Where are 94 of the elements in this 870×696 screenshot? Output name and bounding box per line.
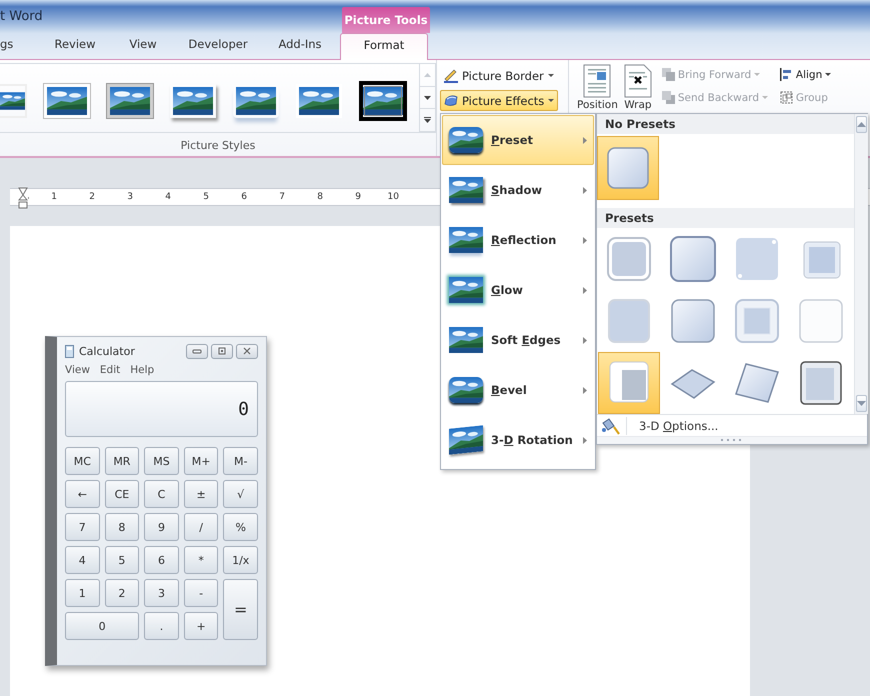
calculator-key[interactable]: 5: [104, 546, 140, 574]
context-tab-header: Picture Tools: [342, 7, 430, 33]
ribbon-button[interactable]: Align: [780, 68, 832, 81]
group-icon: [780, 91, 793, 104]
menu-item[interactable]: 3-D Rotation: [442, 415, 594, 465]
minimize-button[interactable]: [186, 344, 208, 358]
calculator-key[interactable]: M-: [223, 447, 258, 475]
calculator-key[interactable]: *: [184, 546, 218, 574]
layers-icon: [662, 68, 675, 81]
section-heading: No Presets: [597, 114, 854, 134]
calculator-key[interactable]: -: [184, 579, 218, 607]
more-icon: [424, 117, 431, 124]
calculator-key[interactable]: .: [144, 612, 179, 640]
submenu-arrow-icon: [583, 436, 587, 444]
maximize-icon: [217, 347, 227, 355]
group-label: Picture Styles: [180, 138, 256, 152]
ribbon-button[interactable]: Position: [577, 64, 618, 111]
ribbon-button[interactable]: Picture Border: [440, 65, 558, 86]
caret-icon: [762, 96, 768, 99]
ribbon-tab[interactable]: Format: [340, 33, 428, 60]
ribbon-button[interactable]: Wrap: [624, 64, 652, 111]
calculator-key[interactable]: /: [184, 513, 218, 541]
menu-item[interactable]: Reflection: [442, 215, 594, 265]
layers-icon: [662, 91, 675, 104]
calculator-key[interactable]: 0: [65, 612, 140, 640]
menu-item[interactable]: Soft Edges: [442, 315, 594, 365]
calculator-key[interactable]: √: [223, 480, 258, 508]
pencil-icon: [444, 68, 458, 83]
menu-item[interactable]: Help: [130, 364, 154, 376]
page-layout-icon: [583, 64, 612, 98]
ribbon-button[interactable]: Picture Effects: [440, 90, 558, 111]
calculator-key[interactable]: 6: [144, 546, 179, 574]
down-arrow-icon: [424, 96, 431, 100]
submenu-arrow-icon: [583, 136, 587, 144]
calculator-key[interactable]: 2: [104, 579, 140, 607]
calculator-key[interactable]: CE: [104, 480, 140, 508]
bevel-style-icon: [732, 296, 782, 346]
display-value: 0: [238, 398, 249, 420]
calculator-key[interactable]: M+: [184, 447, 218, 475]
menu-item[interactable]: Bevel: [442, 365, 594, 415]
calculator-key[interactable]: 1: [65, 579, 100, 607]
ribbon-tab[interactable]: View: [126, 33, 160, 59]
calculator-key[interactable]: 1/x: [223, 546, 258, 574]
caret-icon: [548, 74, 554, 77]
menu-item[interactable]: View: [65, 364, 90, 376]
menu-item[interactable]: Shadow: [442, 165, 594, 215]
maximize-button[interactable]: [211, 344, 233, 358]
bevel-style-icon: [668, 234, 718, 284]
caret-icon: [825, 73, 832, 76]
caret-icon: [548, 99, 554, 102]
calculator-key[interactable]: 7: [65, 513, 100, 541]
calculator-key[interactable]: MR: [104, 447, 140, 475]
window-title: t Word: [0, 9, 44, 24]
down-arrow-icon: [857, 401, 866, 406]
calculator-key[interactable]: MC: [65, 447, 100, 475]
up-arrow-icon: [857, 122, 866, 127]
calculator-key[interactable]: =: [223, 579, 258, 640]
menu-item[interactable]: Preset: [442, 115, 594, 165]
calculator-key[interactable]: MS: [144, 447, 179, 475]
calculator-key[interactable]: 4: [65, 546, 100, 574]
minimize-icon: [192, 347, 202, 355]
calculator-key[interactable]: C: [144, 480, 179, 508]
submenu-arrow-icon: [583, 386, 587, 394]
menu-item[interactable]: Glow: [442, 265, 594, 315]
resize-grip-icon: [721, 439, 743, 442]
menu-item[interactable]: Edit: [100, 364, 120, 376]
calculator-key[interactable]: +: [184, 612, 218, 640]
submenu-arrow-icon: [583, 236, 587, 244]
shape-icon: [444, 93, 458, 108]
close-button[interactable]: [236, 344, 258, 358]
close-icon: [242, 347, 252, 355]
ribbon-tab[interactable]: Review: [52, 33, 98, 59]
ribbon-tab[interactable]: gs: [0, 33, 22, 59]
up-arrow-icon: [424, 72, 431, 77]
caret-icon: [754, 73, 760, 76]
submenu-arrow-icon: [583, 286, 587, 294]
calculator-key[interactable]: ±: [184, 480, 218, 508]
picture-style-option[interactable]: [359, 80, 407, 120]
calculator-key[interactable]: 8: [104, 513, 140, 541]
text-wrap-icon: [624, 64, 652, 98]
ribbon-tab[interactable]: Add-Ins: [276, 33, 324, 59]
window-title: Calculator: [79, 344, 136, 358]
bevel-style-icon: [604, 234, 654, 284]
section-heading: Presets: [597, 208, 854, 228]
scroll-up-button[interactable]: [856, 116, 867, 133]
submenu-arrow-icon: [583, 336, 587, 344]
calculator-key[interactable]: %: [223, 513, 258, 541]
calculator-key[interactable]: ←: [65, 480, 100, 508]
calculator-icon: [65, 344, 74, 358]
calculator-key[interactable]: 3: [144, 579, 179, 607]
align-icon: [780, 68, 793, 81]
calculator-key[interactable]: 9: [144, 513, 179, 541]
ribbon-tab[interactable]: Developer: [186, 33, 250, 59]
submenu-arrow-icon: [583, 186, 587, 194]
